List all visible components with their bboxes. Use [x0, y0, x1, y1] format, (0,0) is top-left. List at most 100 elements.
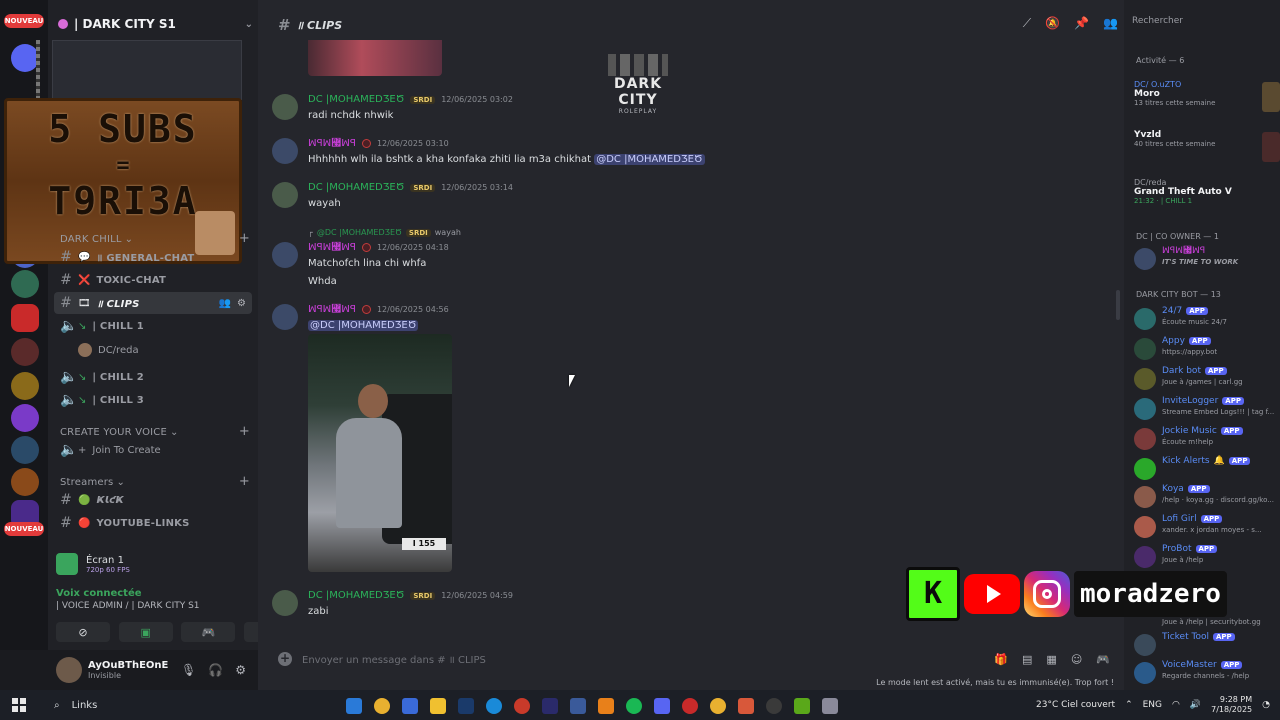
author-name[interactable]: DC |MOHAMEDƷЕԾ: [308, 590, 404, 601]
member-bot[interactable]: Lofi Girl APP xander. x jordan moyes - s..…: [1134, 514, 1280, 542]
server-icon-atom[interactable]: [11, 436, 39, 464]
mute-icon[interactable]: 🔕: [1045, 16, 1060, 31]
file-explorer-icon[interactable]: [430, 698, 446, 714]
add-channel-icon[interactable]: +: [239, 232, 250, 245]
member-bot[interactable]: Dark bot APP Joue à /games | carl.gg: [1134, 366, 1280, 394]
threads-icon[interactable]: ⟋: [1023, 16, 1031, 31]
member-bot[interactable]: VoiceMaster APP Regarde channels - /help: [1134, 660, 1280, 688]
app-icon[interactable]: [766, 698, 782, 714]
after-effects-icon[interactable]: [542, 698, 558, 714]
attached-photo[interactable]: I 155: [308, 334, 452, 572]
app-icon[interactable]: [738, 698, 754, 714]
channel-general-chat[interactable]: # 💬 ॥ GENERAL-CHAT: [54, 246, 252, 268]
author-name[interactable]: ꟽꟼꟽ꟧ꟽꟼ: [308, 242, 356, 253]
server-icon[interactable]: [11, 338, 39, 366]
notification-icon[interactable]: ◔: [1262, 700, 1270, 710]
gear-icon[interactable]: ⚙: [237, 298, 246, 309]
server-icon-e[interactable]: [11, 44, 39, 72]
server-icon[interactable]: [11, 468, 39, 496]
gif-icon[interactable]: ▤: [1022, 653, 1032, 666]
gear-icon[interactable]: ⚙: [235, 663, 246, 677]
language-indicator[interactable]: ENG: [1143, 700, 1162, 710]
app-icon[interactable]: [514, 698, 530, 714]
author-name[interactable]: ꟽꟼꟽ꟧ꟽꟼ: [308, 304, 356, 315]
wifi-icon[interactable]: ◠: [1172, 700, 1180, 710]
add-channel-icon[interactable]: +: [239, 475, 250, 488]
avatar[interactable]: [272, 94, 298, 120]
voice-channel-chill-1[interactable]: 🔈 ↘ | CHILL 1: [54, 315, 252, 337]
add-channel-icon[interactable]: +: [239, 425, 250, 438]
attach-plus-icon[interactable]: +: [278, 652, 292, 666]
activity-card[interactable]: DC/ O.uZTO Moro 13 titres cette semaine: [1134, 80, 1280, 116]
activity-card[interactable]: Yvzld 40 titres cette semaine: [1134, 130, 1280, 166]
gift-icon[interactable]: 🎁: [994, 653, 1008, 666]
taskbar-search[interactable]: ⌕ Links: [54, 700, 97, 711]
app-icon[interactable]: [598, 698, 614, 714]
sticker-icon[interactable]: ▦: [1046, 653, 1056, 666]
screen-share-button[interactable]: ▣: [118, 622, 173, 642]
volume-icon[interactable]: 🔊: [1190, 700, 1201, 710]
clip-image-top[interactable]: [308, 40, 442, 76]
user-mention[interactable]: @DC |MOHAMEDƷЕԾ: [308, 320, 419, 331]
voice-member[interactable]: DC/reda ✕: [78, 343, 273, 357]
member-co-owner[interactable]: ꟽꟼꟽ꟧ꟽꟼ IT'S TIME TO WORK: [1134, 246, 1280, 274]
emoji-icon[interactable]: ☺: [1071, 653, 1082, 666]
avatar[interactable]: [272, 590, 298, 616]
user-mention[interactable]: @DC |MOHAMEDƷЕԾ: [594, 154, 705, 165]
avatar[interactable]: [272, 242, 298, 268]
microphone-icon[interactable]: 🎙: [181, 663, 196, 677]
server-header[interactable]: | DARK CITY S1 ⌄: [58, 14, 253, 34]
add-member-icon[interactable]: 👥: [219, 298, 231, 309]
activity-button[interactable]: 🎮: [181, 622, 236, 642]
voice-channel-chill-2[interactable]: 🔈 ↘ | CHILL 2: [54, 366, 252, 388]
member-bot[interactable]: 24/7 APP Écoute music 24/7: [1134, 306, 1280, 334]
weather-widget[interactable]: 23°C Ciel couvert: [1036, 700, 1115, 710]
avatar[interactable]: [272, 182, 298, 208]
apps-icon[interactable]: 🎮: [1096, 653, 1110, 666]
member-bot[interactable]: InviteLogger APP Streame Embed Logs!!! | t…: [1134, 396, 1280, 424]
activity-card[interactable]: DC/reda Grand Theft Auto V 21:32 · | CHI…: [1134, 178, 1280, 214]
category-streamers[interactable]: Streamers ⌄ +: [60, 475, 250, 488]
edge-icon[interactable]: [486, 698, 502, 714]
member-bot[interactable]: Appy APP https://appy.bot: [1134, 336, 1280, 364]
member-bot[interactable]: Kick Alerts 🔔 APP: [1134, 456, 1280, 484]
clock[interactable]: 9:28 PM 7/18/2025: [1211, 695, 1252, 715]
channel-youtube-links[interactable]: # 🔴 YOUTUBE-LINKS: [54, 512, 252, 534]
member-bot[interactable]: Jockie Music APP Écoute m!help: [1134, 426, 1280, 454]
headphones-icon[interactable]: 🎧: [208, 663, 223, 677]
server-icon[interactable]: [11, 372, 39, 400]
author-name[interactable]: DC |MOHAMEDƷЕԾ: [308, 182, 404, 193]
voice-channel-chill-3[interactable]: 🔈 ↘ | CHILL 3: [54, 389, 252, 411]
category-create-your-voice[interactable]: CREATE YOUR VOICE ⌄ +: [60, 425, 250, 438]
avatar[interactable]: [272, 138, 298, 164]
spotify-icon[interactable]: [626, 698, 642, 714]
members-icon[interactable]: 👥: [1103, 16, 1118, 31]
author-name[interactable]: ꟽꟼꟽ꟧ꟽꟼ: [308, 138, 356, 149]
camera-off-button[interactable]: ⊘: [56, 622, 110, 642]
category-dark-chill[interactable]: DARK CHILL ⌄ +: [60, 232, 250, 245]
member-bot[interactable]: Koya APP/help · koya.gg · discord.gg/ko..…: [1134, 484, 1280, 512]
composer-placeholder[interactable]: Envoyer un message dans # ॥ CLIPS: [302, 652, 486, 666]
search-input[interactable]: Rechercher: [1132, 16, 1276, 26]
reply-preview[interactable]: ┌ @DC |MOHAMEDƷЕԾ SRDI wayah: [308, 228, 461, 237]
chrome-icon[interactable]: [710, 698, 726, 714]
member-bot[interactable]: Ticket Tool APP: [1134, 632, 1280, 660]
avatar[interactable]: [56, 657, 82, 683]
chevron-down-icon[interactable]: ⌄: [245, 19, 253, 30]
app-icon[interactable]: [570, 698, 586, 714]
channel-toxic-chat[interactable]: # ❌ TOXIC-CHAT: [54, 269, 252, 291]
channel-kick[interactable]: # 🟢 ҜƖƈҜ: [54, 489, 252, 511]
voice-channel-join-to-create[interactable]: 🔈 + Join To Create: [54, 439, 252, 461]
message-composer[interactable]: + Envoyer un message dans # ॥ CLIPS 🎁 ▤ …: [272, 646, 1118, 672]
avatar[interactable]: [272, 304, 298, 330]
windows-start-icon[interactable]: [12, 698, 36, 712]
chrome-icon[interactable]: [374, 698, 390, 714]
app-icon[interactable]: [822, 698, 838, 714]
channel-clips[interactable]: # 🎞 ॥ CLIPS 👥 ⚙: [54, 292, 252, 314]
server-icon-darkcity[interactable]: [11, 270, 39, 298]
server-icon[interactable]: [11, 404, 39, 432]
discord-icon[interactable]: [654, 698, 670, 714]
server-icon[interactable]: [11, 304, 39, 332]
pin-icon[interactable]: 📌: [1074, 16, 1089, 31]
nvidia-icon[interactable]: [794, 698, 810, 714]
